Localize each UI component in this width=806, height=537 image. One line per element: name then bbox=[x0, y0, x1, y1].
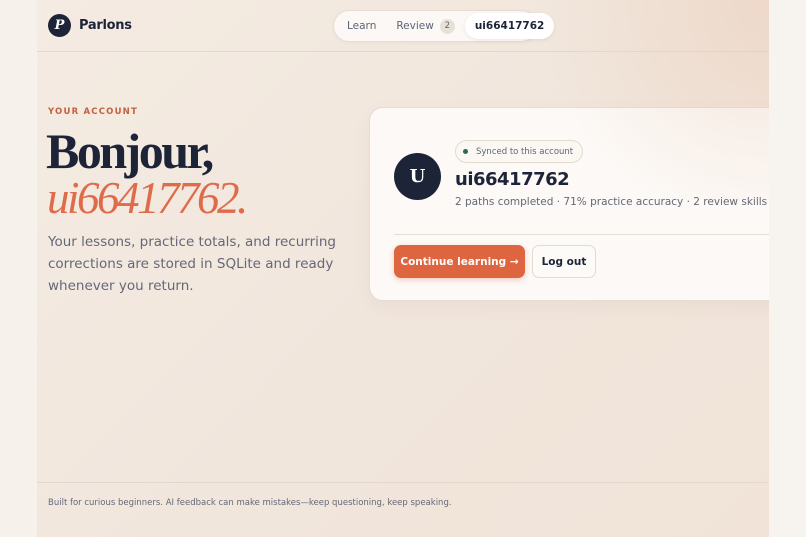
account-stats: 2 paths completed · 71% practice accurac… bbox=[455, 196, 768, 208]
right-gutter bbox=[769, 0, 806, 537]
avatar: U bbox=[394, 153, 441, 200]
synced-label: Synced to this account bbox=[476, 146, 574, 157]
top-bar: P Parlons Learn Review 2 ui66417762 bbox=[37, 0, 769, 52]
brand[interactable]: P Parlons bbox=[48, 14, 132, 37]
main-nav: Learn Review 2 ui66417762 bbox=[333, 10, 555, 42]
synced-badge: Synced to this account bbox=[455, 140, 584, 163]
page: P Parlons Learn Review 2 ui66417762 YOUR… bbox=[37, 0, 790, 537]
footer-divider bbox=[37, 482, 769, 483]
nav-learn-label: Learn bbox=[347, 20, 377, 32]
nav-review[interactable]: Review 2 bbox=[386, 13, 464, 39]
log-out-button[interactable]: Log out bbox=[532, 245, 596, 278]
continue-learning-button[interactable]: Continue learning → bbox=[394, 245, 525, 278]
footer-text: Built for curious beginners. AI feedback… bbox=[48, 498, 452, 508]
intro-text: Your lessons, practice totals, and recur… bbox=[48, 234, 336, 294]
nav-review-label: Review bbox=[396, 20, 434, 32]
brand-name: Parlons bbox=[79, 18, 132, 33]
brand-logo-icon: P bbox=[48, 14, 71, 37]
nav-learn[interactable]: Learn bbox=[337, 13, 386, 39]
section-eyebrow: YOUR ACCOUNT bbox=[48, 107, 138, 117]
sync-dot-icon bbox=[463, 149, 468, 154]
account-username: ui66417762 bbox=[455, 169, 570, 190]
greeting-username: ui66417762. bbox=[47, 173, 248, 223]
nav-account[interactable]: ui66417762 bbox=[464, 13, 555, 39]
review-count-badge: 2 bbox=[439, 18, 455, 34]
account-card: U Synced to this account ui66417762 2 pa… bbox=[369, 107, 790, 301]
card-divider bbox=[394, 234, 790, 235]
nav-account-label: ui66417762 bbox=[474, 20, 545, 32]
